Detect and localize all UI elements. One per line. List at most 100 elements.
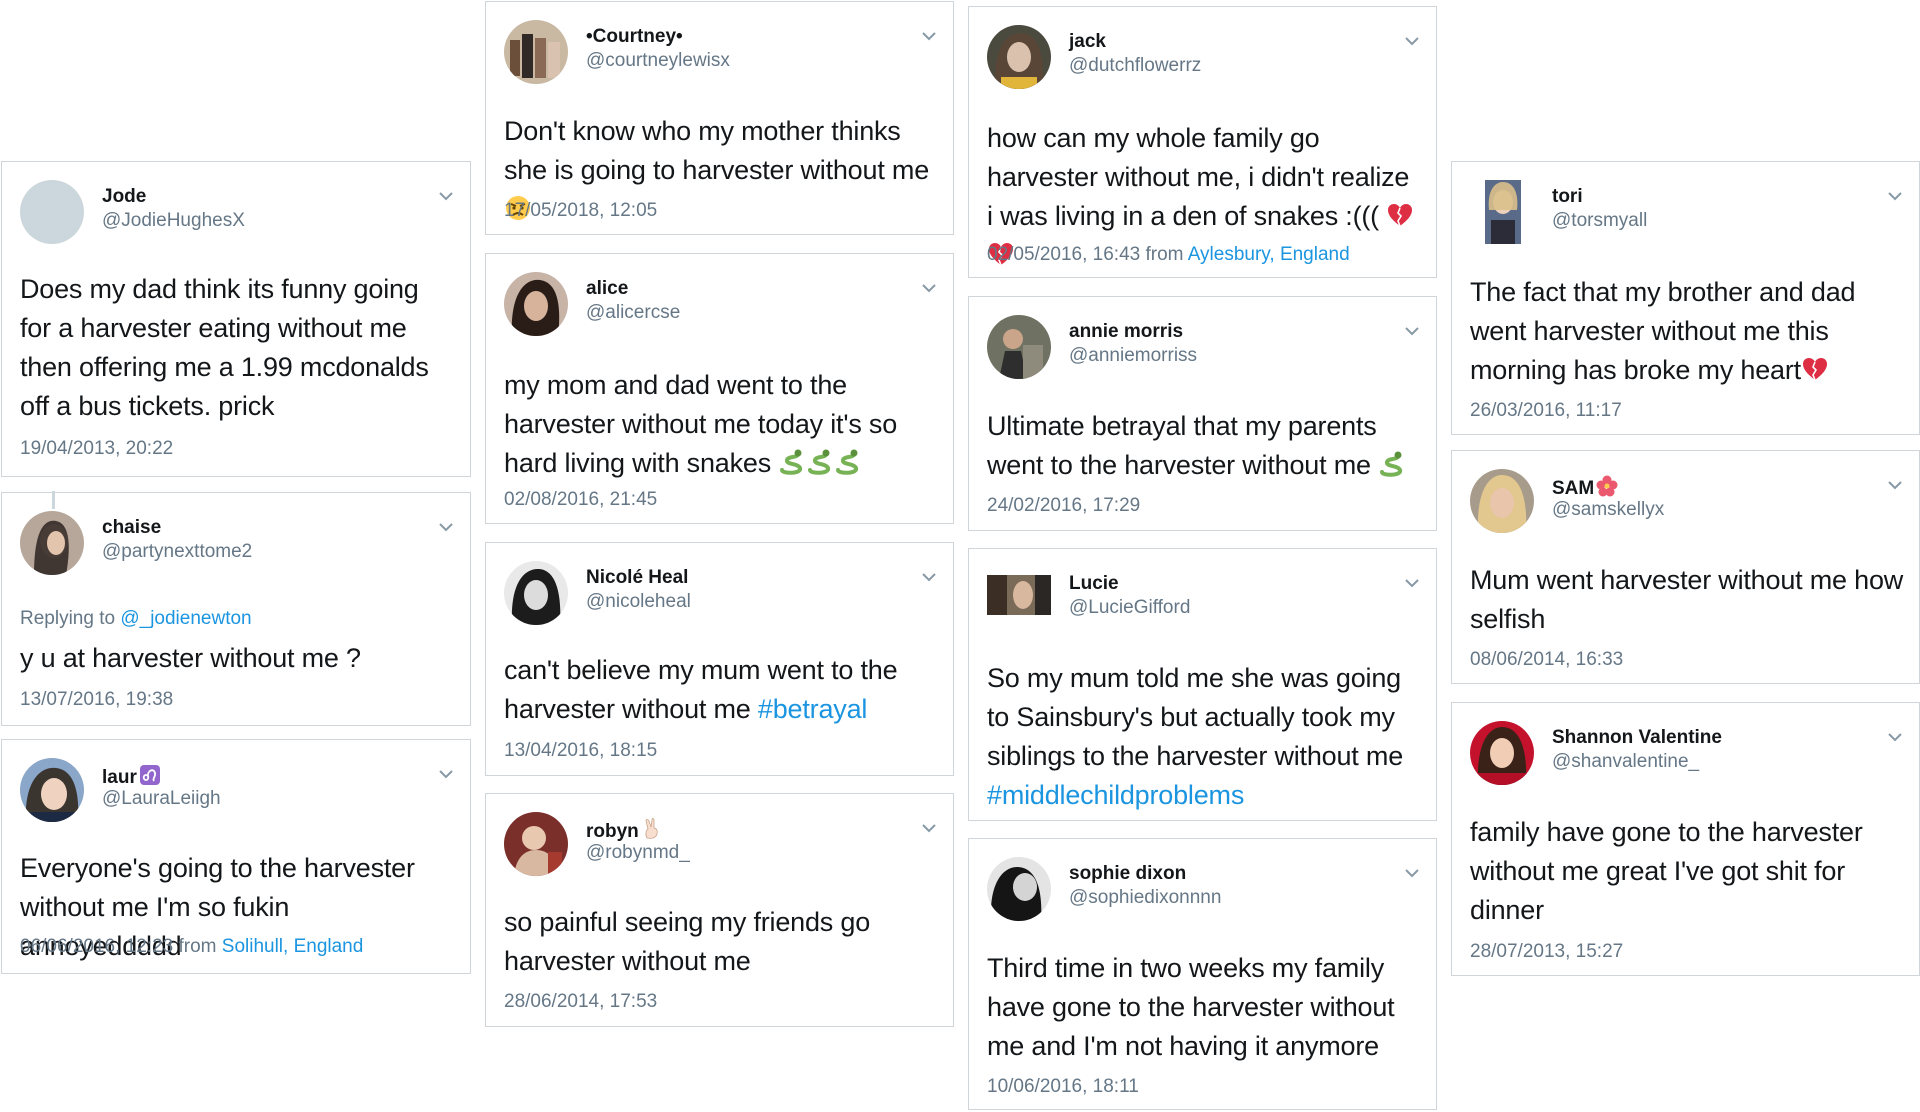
hashtag-link[interactable]: #middlechildproblems — [987, 780, 1244, 810]
user-handle[interactable]: @samskellyx — [1552, 499, 1664, 521]
display-name[interactable]: laur — [102, 767, 137, 788]
avatar[interactable] — [504, 20, 568, 84]
rock-hand-icon — [641, 818, 663, 840]
avatar[interactable] — [1470, 469, 1534, 533]
location-link[interactable]: Aylesbury, England — [1188, 244, 1350, 265]
display-name[interactable]: annie morris — [1069, 321, 1183, 343]
chevron-down-icon[interactable] — [1887, 190, 1903, 202]
chevron-down-icon[interactable] — [921, 822, 937, 834]
avatar[interactable] — [504, 272, 568, 336]
tweet-timestamp[interactable]: 24/02/2016, 17:29 — [987, 495, 1140, 517]
display-name-row[interactable]: robyn — [586, 818, 663, 843]
replying-to-line: Replying to @_jodienewton — [20, 608, 252, 630]
avatar[interactable] — [987, 315, 1051, 379]
tweet-card[interactable]: Shannon Valentine @shanvalentine_ family… — [1451, 702, 1920, 976]
tweet-card[interactable]: alice @alicercse my mom and dad went to … — [485, 253, 954, 524]
display-name-row[interactable]: SAM — [1552, 475, 1618, 500]
broken-heart-emoji — [1386, 201, 1414, 229]
avatar[interactable] — [1485, 180, 1521, 244]
user-handle[interactable]: @alicercse — [586, 302, 680, 324]
tweet-timestamp[interactable]: 08/06/2014, 16:33 — [1470, 649, 1623, 671]
user-handle[interactable]: @anniemorriss — [1069, 345, 1197, 367]
avatar[interactable] — [1470, 721, 1534, 785]
user-handle[interactable]: @torsmyall — [1552, 210, 1647, 232]
chevron-down-icon[interactable] — [1887, 479, 1903, 491]
leo-zodiac-icon — [139, 764, 161, 786]
avatar[interactable] — [20, 511, 84, 575]
avatar[interactable] — [987, 25, 1051, 89]
tweet-text: Mum went harvester without me how selfis… — [1470, 565, 1904, 634]
display-name[interactable]: robyn — [586, 821, 639, 842]
display-name[interactable]: sophie dixon — [1069, 863, 1186, 885]
display-name[interactable]: Shannon Valentine — [1552, 727, 1722, 749]
tweet-timestamp[interactable]: 02/05/2016, 16:43 — [987, 244, 1140, 265]
tweet-timestamp[interactable]: 13/04/2016, 18:15 — [504, 740, 657, 762]
user-handle[interactable]: @dutchflowerrz — [1069, 55, 1201, 77]
tweet-timestamp[interactable]: 17/05/2018, 12:05 — [504, 200, 657, 222]
user-handle[interactable]: @JodieHughesX — [102, 210, 245, 232]
chevron-down-icon[interactable] — [921, 282, 937, 294]
display-name[interactable]: Nicolé Heal — [586, 567, 688, 589]
chevron-down-icon[interactable] — [438, 190, 454, 202]
avatar[interactable] — [20, 180, 84, 244]
tweet-card[interactable]: robyn @robynmd_ so painful seeing my fri… — [485, 793, 954, 1027]
chevron-down-icon[interactable] — [1404, 325, 1420, 337]
tweet-timestamp[interactable]: 28/06/2014, 17:53 — [504, 991, 657, 1013]
chevron-down-icon[interactable] — [1404, 577, 1420, 589]
tweet-card[interactable]: SAM @samskellyx Mum went harvester witho… — [1451, 450, 1920, 684]
chevron-down-icon[interactable] — [921, 571, 937, 583]
tweet-timestamp[interactable]: 06/06/2016, 12:23 — [20, 936, 173, 957]
tweet-card[interactable]: Nicolé Heal @nicoleheal can't believe my… — [485, 542, 954, 776]
display-name[interactable]: tori — [1552, 186, 1583, 208]
chevron-down-icon[interactable] — [1404, 35, 1420, 47]
avatar[interactable] — [504, 561, 568, 625]
tweet-timestamp[interactable]: 02/08/2016, 21:45 — [504, 489, 657, 511]
user-handle[interactable]: @shanvalentine_ — [1552, 751, 1699, 773]
avatar[interactable] — [987, 857, 1051, 921]
display-name-row[interactable]: laur — [102, 764, 161, 789]
display-name[interactable]: jack — [1069, 31, 1106, 53]
avatar[interactable] — [987, 575, 1051, 615]
thread-line — [52, 491, 55, 509]
user-handle[interactable]: @LucieGifford — [1069, 597, 1190, 619]
tweet-card[interactable]: sophie dixon @sophiedixonnnn Third time … — [968, 838, 1437, 1110]
tweet-card[interactable]: Jode @JodieHughesX Does my dad think its… — [1, 161, 471, 477]
display-name[interactable]: •Courtney• — [586, 26, 683, 48]
user-handle[interactable]: @partynexttome2 — [102, 541, 252, 563]
chevron-down-icon[interactable] — [438, 521, 454, 533]
tweet-timestamp[interactable]: 10/06/2016, 18:11 — [987, 1076, 1139, 1098]
user-handle[interactable]: @sophiedixonnnn — [1069, 887, 1221, 909]
tweet-card[interactable]: annie morris @anniemorriss Ultimate betr… — [968, 296, 1437, 531]
tweet-timestamp[interactable]: 28/07/2013, 15:27 — [1470, 941, 1623, 963]
display-name[interactable]: Jode — [102, 186, 146, 208]
user-handle[interactable]: @robynmd_ — [586, 842, 690, 864]
tweet-card[interactable]: tori @torsmyall The fact that my brother… — [1451, 161, 1920, 435]
avatar[interactable] — [504, 812, 568, 876]
display-name[interactable]: Lucie — [1069, 573, 1119, 595]
hashtag-link[interactable]: #betrayal — [758, 694, 867, 724]
chevron-down-icon[interactable] — [1404, 867, 1420, 879]
chevron-down-icon[interactable] — [1887, 731, 1903, 743]
reply-mention-link[interactable]: @_jodienewton — [120, 608, 251, 629]
tweet-timestamp[interactable]: 26/03/2016, 11:17 — [1470, 400, 1622, 422]
display-name[interactable]: chaise — [102, 517, 161, 539]
display-name[interactable]: alice — [586, 278, 628, 300]
chevron-down-icon[interactable] — [438, 768, 454, 780]
user-handle[interactable]: @courtneylewisx — [586, 50, 730, 72]
user-handle[interactable]: @LauraLeiigh — [102, 788, 221, 810]
display-name[interactable]: SAM — [1552, 478, 1594, 499]
avatar[interactable] — [20, 758, 84, 822]
chevron-down-icon[interactable] — [921, 30, 937, 42]
tweet-card[interactable]: Lucie @LucieGifford So my mum told me sh… — [968, 548, 1437, 821]
tweet-card[interactable]: laur @LauraLeiigh Everyone's going to th… — [1, 739, 471, 974]
location-link[interactable]: Solihull, England — [222, 936, 364, 957]
tweet-timestamp[interactable]: 13/07/2016, 19:38 — [20, 689, 173, 711]
tweet-card[interactable]: chaise @partynexttome2 Replying to @_jod… — [1, 491, 471, 726]
tweet-timestamp[interactable]: 19/04/2013, 20:22 — [20, 438, 173, 460]
user-handle[interactable]: @nicoleheal — [586, 591, 691, 613]
tweet-meta: 06/06/2016, 12:23 from Solihull, England — [20, 936, 363, 958]
tweet-text: how can my whole family go harvester wit… — [987, 123, 1410, 231]
tweet-text-row: Ultimate betrayal that my parents went t… — [987, 407, 1422, 485]
tweet-card[interactable]: •Courtney• @courtneylewisx Don't know wh… — [485, 1, 954, 235]
tweet-card[interactable]: jack @dutchflowerrz how can my whole fam… — [968, 6, 1437, 278]
